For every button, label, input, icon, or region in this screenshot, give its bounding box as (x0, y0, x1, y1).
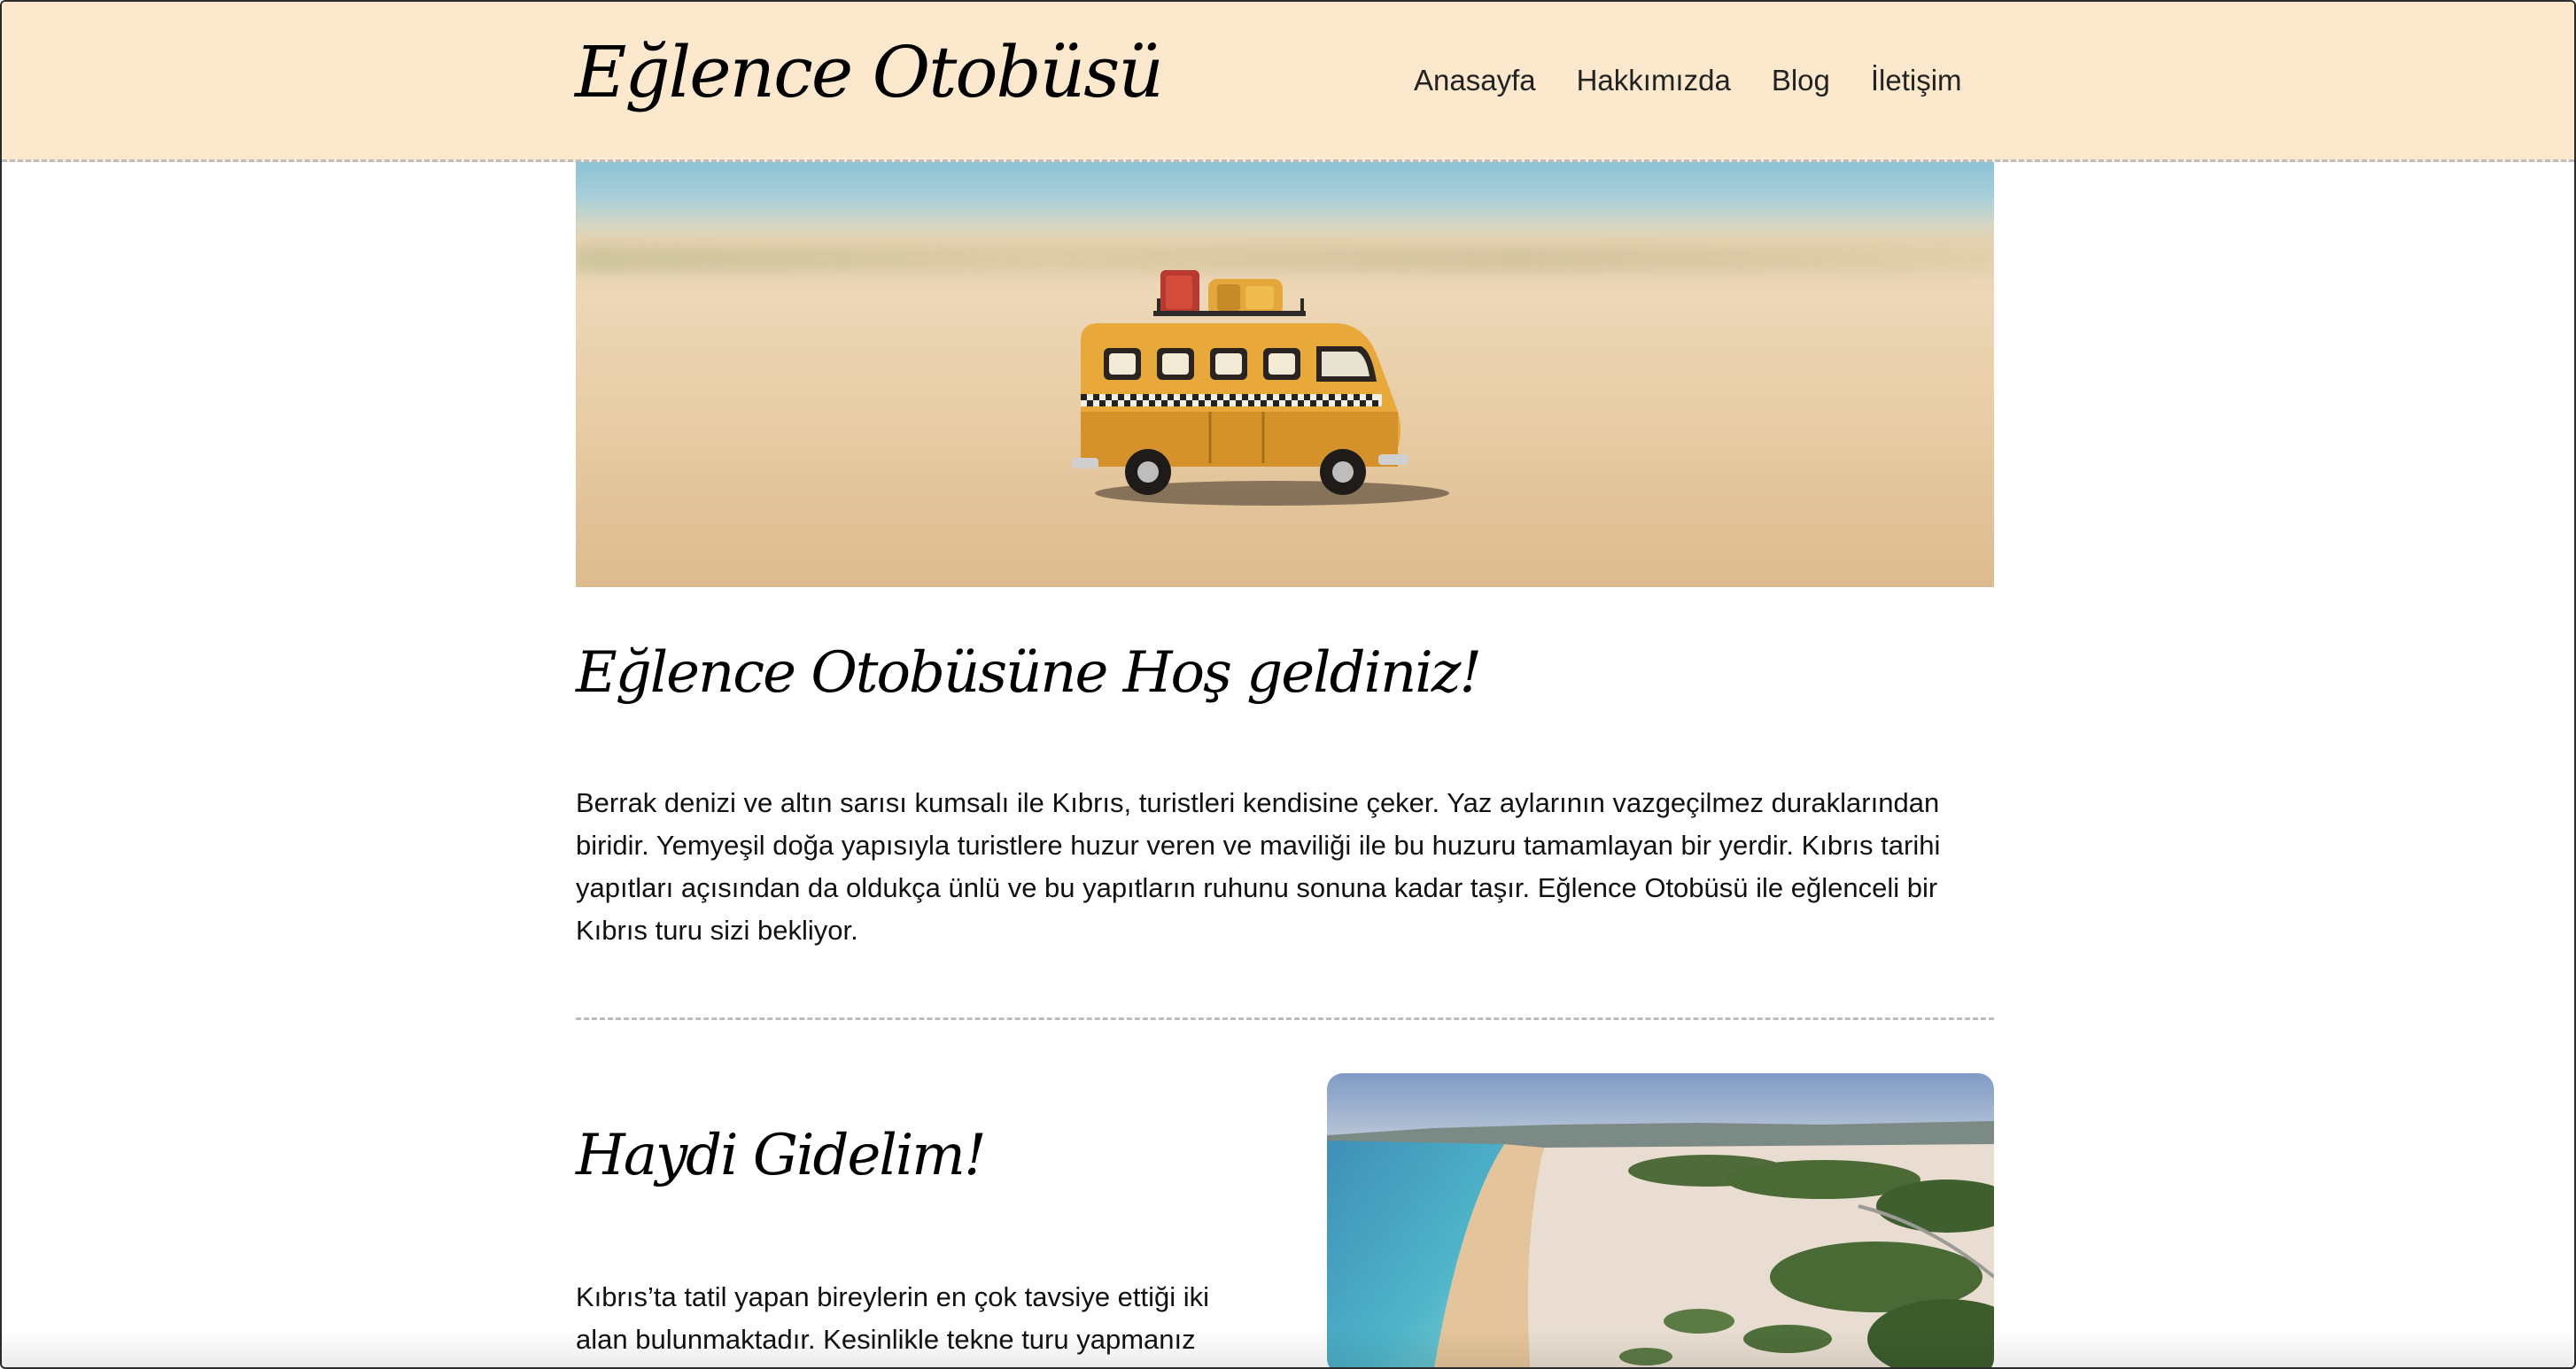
section-heading: Haydi Gidelim! (576, 1123, 987, 1188)
site-logo[interactable]: Eğlence Otobüsü (575, 34, 1164, 112)
welcome-heading: Eğlence Otobüsüne Hoş geldiniz! (576, 640, 1482, 706)
nav-link-hakkimizda[interactable]: Hakkımızda (1577, 64, 1731, 97)
beach-aerial-image (1327, 1073, 1994, 1367)
section-divider (576, 1017, 1994, 1020)
beach-aerial-graphic (1327, 1073, 1994, 1367)
nav-link-blog[interactable]: Blog (1772, 64, 1830, 97)
site-header: Eğlence Otobüsü Anasayfa Hakkımızda Blog… (2, 2, 2574, 162)
welcome-paragraph: Berrak denizi ve altın sarısı kumsalı il… (576, 787, 1941, 946)
toy-bus-image (1072, 270, 1449, 506)
main-nav: Anasayfa Hakkımızda Blog İletişim (1414, 64, 1962, 97)
main-content: Eğlence Otobüsüne Hoş geldiniz! Berrak d… (576, 162, 1994, 1367)
nav-link-iletisim[interactable]: İletişim (1871, 64, 1962, 97)
browser-viewport: Eğlence Otobüsü Anasayfa Hakkımızda Blog… (0, 0, 2576, 1369)
section-paragraph: Kıbrıs’ta tatil yapan bireylerin en çok … (576, 1281, 1210, 1355)
hero-image (576, 162, 1994, 587)
nav-link-anasayfa[interactable]: Anasayfa (1414, 64, 1536, 97)
viewport-bottom-shadow (2, 1330, 2574, 1367)
